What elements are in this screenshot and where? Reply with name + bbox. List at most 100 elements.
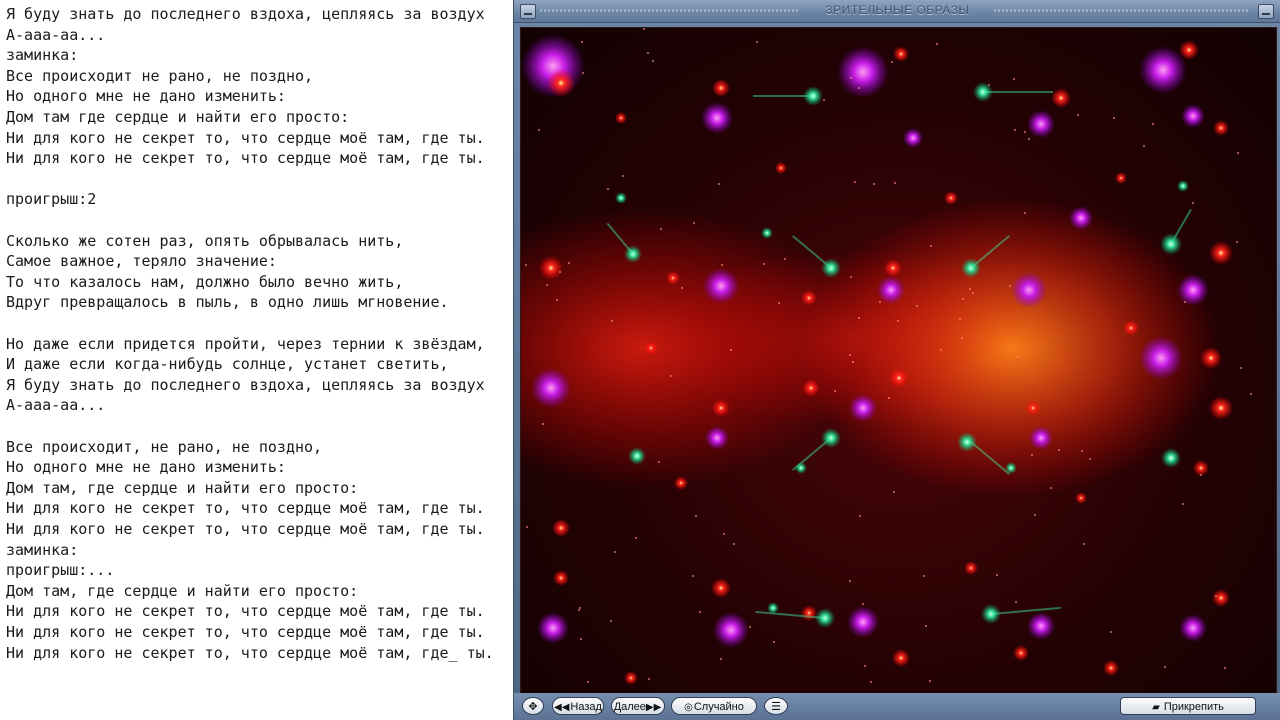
star-speck [763,263,765,265]
star-speck [546,284,548,286]
star-speck [681,287,683,289]
star-speck [929,680,931,682]
lyrics-line: заминка: [6,46,79,65]
star-speck [611,320,613,322]
lyrics-line: Ни для кого не секрет то, что сердце моё… [6,149,485,168]
menu-button[interactable]: ☰ [764,697,788,715]
light-streak [1170,208,1192,245]
magenta-particle [1027,612,1055,640]
list-menu-icon: ☰ [771,701,781,713]
red-particle [624,671,638,685]
star-speck [1058,449,1060,451]
magenta-particle [1011,272,1047,308]
star-speck [936,43,938,45]
star-speck [1081,450,1083,452]
star-speck [658,461,660,463]
red-particle [1200,347,1222,369]
lyrics-line: Ни для кого не секрет то, что сердце моё… [6,643,494,662]
star-speck [1015,601,1017,603]
red-particle [674,476,688,490]
red-particle [801,605,817,621]
star-speck [864,665,866,667]
star-speck [582,72,584,74]
magenta-particle [701,102,733,134]
fullscreen-button[interactable]: ✥ [522,697,544,715]
minimize-button[interactable] [1258,4,1274,19]
star-speck [610,620,612,622]
double-right-arrow-icon: ▶▶ [645,702,662,713]
red-particle [644,341,658,355]
shuffle-circle-icon: ◎ [684,702,693,713]
red-particle [712,399,730,417]
magenta-particle [1027,110,1055,138]
star-speck [1028,138,1030,140]
star-speck [1113,117,1115,119]
red-particle [1123,320,1139,336]
lyrics-line: Я буду знать до последнего вздоха, цепля… [6,5,485,23]
magenta-particle [1179,614,1207,642]
star-speck [916,305,918,307]
magenta-particle [713,612,749,648]
lyrics-line: Но даже если придется пройти, через терн… [6,334,485,353]
star-speck [930,245,932,247]
lyrics-line: И даже если когда-нибудь солнце, устанет… [6,355,449,374]
magenta-particle [903,128,923,148]
pin-button[interactable]: ▰ Прикрепить [1120,697,1256,715]
back-button[interactable]: ◀◀Назад [552,697,604,715]
star-speck [773,641,775,643]
random-button[interactable]: ◎Случайно [671,697,757,715]
star-speck [660,228,662,230]
star-speck [670,375,672,377]
move-arrows-icon: ✥ [528,701,538,713]
red-particle [892,649,910,667]
star-speck [849,354,851,356]
star-speck [1164,666,1166,668]
lyrics-editor[interactable]: Я буду знать до последнего вздоха, цепля… [0,0,516,720]
star-speck [988,84,990,86]
star-speck [1143,145,1145,147]
double-left-arrow-icon: ◀◀ [554,702,570,713]
star-speck [643,28,645,30]
lyrics-line: проигрыш:2 [6,190,97,209]
visualization-canvas[interactable] [520,27,1277,694]
star-speck [858,317,860,319]
star-speck [730,349,732,351]
red-particle [775,162,787,174]
red-particle [1075,492,1087,504]
lyrics-line: заминка: [6,540,79,559]
lyrics-line: Ни для кого не секрет то, что сердце моё… [6,499,485,518]
red-particle [711,578,731,598]
star-speck [925,625,927,627]
lyrics-line: То что казалось нам, должно было вечно ж… [6,272,404,291]
red-particle [802,379,820,397]
red-particle [539,256,563,280]
star-speck [834,390,836,392]
star-speck [652,60,654,62]
star-speck [1184,301,1186,303]
star-speck [893,491,895,493]
star-speck [1089,458,1091,460]
window-titlebar[interactable]: ЗРИТЕЛЬНЫЕ ОБРАЗЫ [514,0,1280,23]
lyrics-line: Дом там, где сердце и найти его просто: [6,478,359,497]
star-speck [962,298,964,300]
star-speck [778,302,780,304]
star-speck [1240,367,1242,369]
red-particle [615,112,627,124]
red-particle [1212,589,1230,607]
lyrics-line: Я буду знать до последнего вздоха, цепля… [6,375,485,394]
next-button[interactable]: Далее▶▶ [611,697,665,715]
star-speck [823,99,825,101]
star-speck [542,423,544,425]
particle-visualization [521,28,1252,685]
star-speck [721,264,723,266]
red-particle [801,290,817,306]
star-speck [699,611,701,613]
red-particle [553,570,569,586]
green-particle [1177,180,1189,192]
star-speck [692,575,694,577]
red-particle [1209,241,1233,265]
star-speck [1182,503,1184,505]
magenta-particle [837,46,889,98]
red-particle [893,46,909,62]
star-speck [578,609,580,611]
